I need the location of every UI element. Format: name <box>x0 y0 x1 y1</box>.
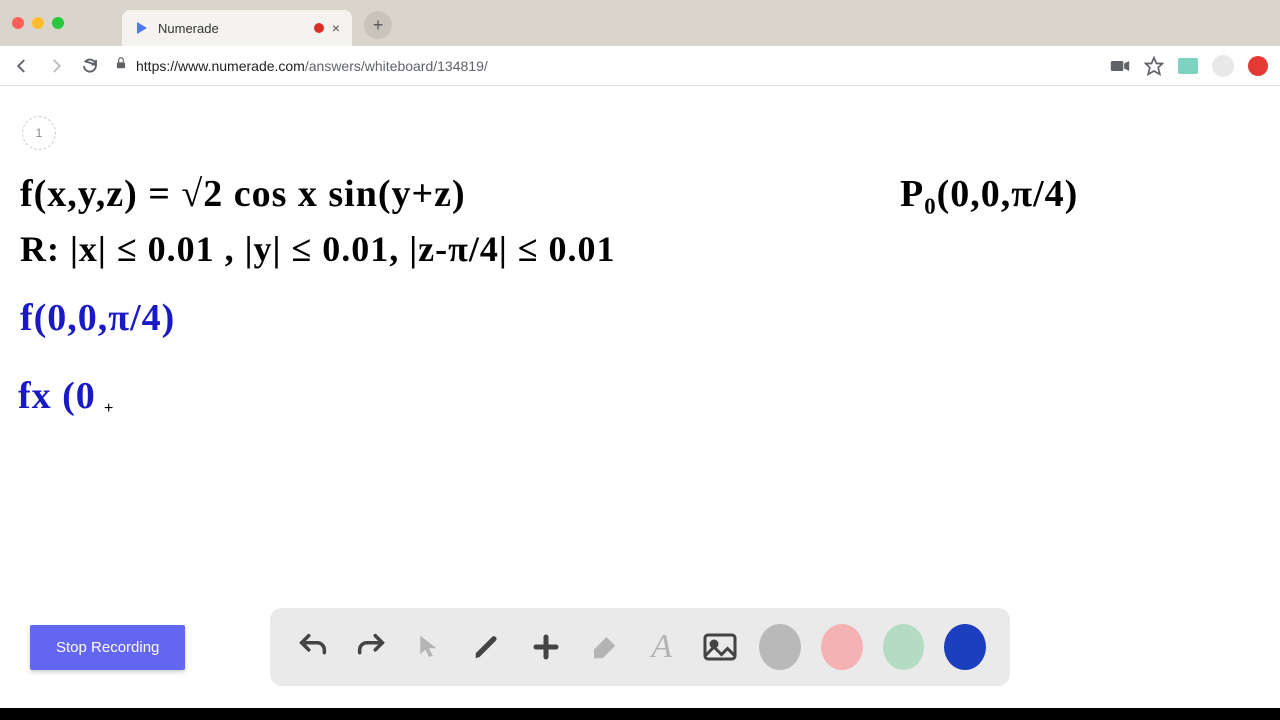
cursor-tool-button[interactable] <box>410 626 448 668</box>
color-blue-button[interactable] <box>944 624 986 670</box>
browser-right-icons <box>1110 55 1268 77</box>
equation-line-1-right: P₀(0,0,π/4) <box>900 172 1078 216</box>
close-window-button[interactable] <box>12 17 24 29</box>
plus-icon: + <box>373 15 384 36</box>
color-gray-button[interactable] <box>759 624 801 670</box>
back-button[interactable] <box>12 56 32 76</box>
tab-bar: Numerade × + <box>0 0 1280 46</box>
color-pink-button[interactable] <box>821 624 863 670</box>
url-text: https://www.numerade.com/answers/whitebo… <box>136 58 488 74</box>
extension-red-icon[interactable] <box>1248 56 1268 76</box>
color-green-button[interactable] <box>883 624 925 670</box>
extension-desktop-icon[interactable] <box>1178 56 1198 76</box>
browser-tab[interactable]: Numerade × <box>122 10 352 46</box>
tab-close-button[interactable]: × <box>332 20 340 36</box>
undo-button[interactable] <box>294 626 332 668</box>
minimize-window-button[interactable] <box>32 17 44 29</box>
camera-icon[interactable] <box>1110 56 1130 76</box>
stop-recording-button[interactable]: Stop Recording <box>30 625 185 670</box>
url-host: https://www.numerade.com <box>136 58 305 74</box>
redo-button[interactable] <box>352 626 390 668</box>
page-content: 1 f(x,y,z) = √2 cos x sin(y+z) P₀(0,0,π/… <box>0 86 1280 708</box>
tab-favicon-icon <box>134 20 150 36</box>
text-tool-button[interactable]: A <box>643 626 681 668</box>
recording-indicator-icon <box>314 23 324 33</box>
reload-button[interactable] <box>80 56 100 76</box>
profile-avatar-icon[interactable] <box>1212 55 1234 77</box>
footer-bar <box>0 708 1280 720</box>
equation-line-4: fx (0 <box>18 374 96 418</box>
forward-button[interactable] <box>46 56 66 76</box>
star-icon[interactable] <box>1144 56 1164 76</box>
equation-line-1: f(x,y,z) = √2 cos x sin(y+z) <box>20 172 466 216</box>
pen-tool-button[interactable] <box>468 626 506 668</box>
maximize-window-button[interactable] <box>52 17 64 29</box>
url-bar[interactable]: https://www.numerade.com/answers/whitebo… <box>114 56 1096 75</box>
address-bar: https://www.numerade.com/answers/whitebo… <box>0 46 1280 86</box>
equation-line-2: R: |x| ≤ 0.01 , |y| ≤ 0.01, |z-π/4| ≤ 0.… <box>20 228 616 270</box>
browser-window: Numerade × + https://www.numerade.com/an… <box>0 0 1280 720</box>
url-path: /answers/whiteboard/134819/ <box>305 58 488 74</box>
drawing-cursor-icon: + <box>104 400 113 418</box>
new-tab-button[interactable]: + <box>364 11 392 39</box>
image-tool-button[interactable] <box>701 626 739 668</box>
whiteboard-toolbar: A <box>270 608 1010 686</box>
lock-icon <box>114 56 128 75</box>
window-controls <box>12 17 64 29</box>
equation-line-3: f(0,0,π/4) <box>20 296 175 340</box>
eraser-tool-button[interactable] <box>585 626 623 668</box>
add-tool-button[interactable] <box>527 626 565 668</box>
tab-title: Numerade <box>158 21 306 36</box>
